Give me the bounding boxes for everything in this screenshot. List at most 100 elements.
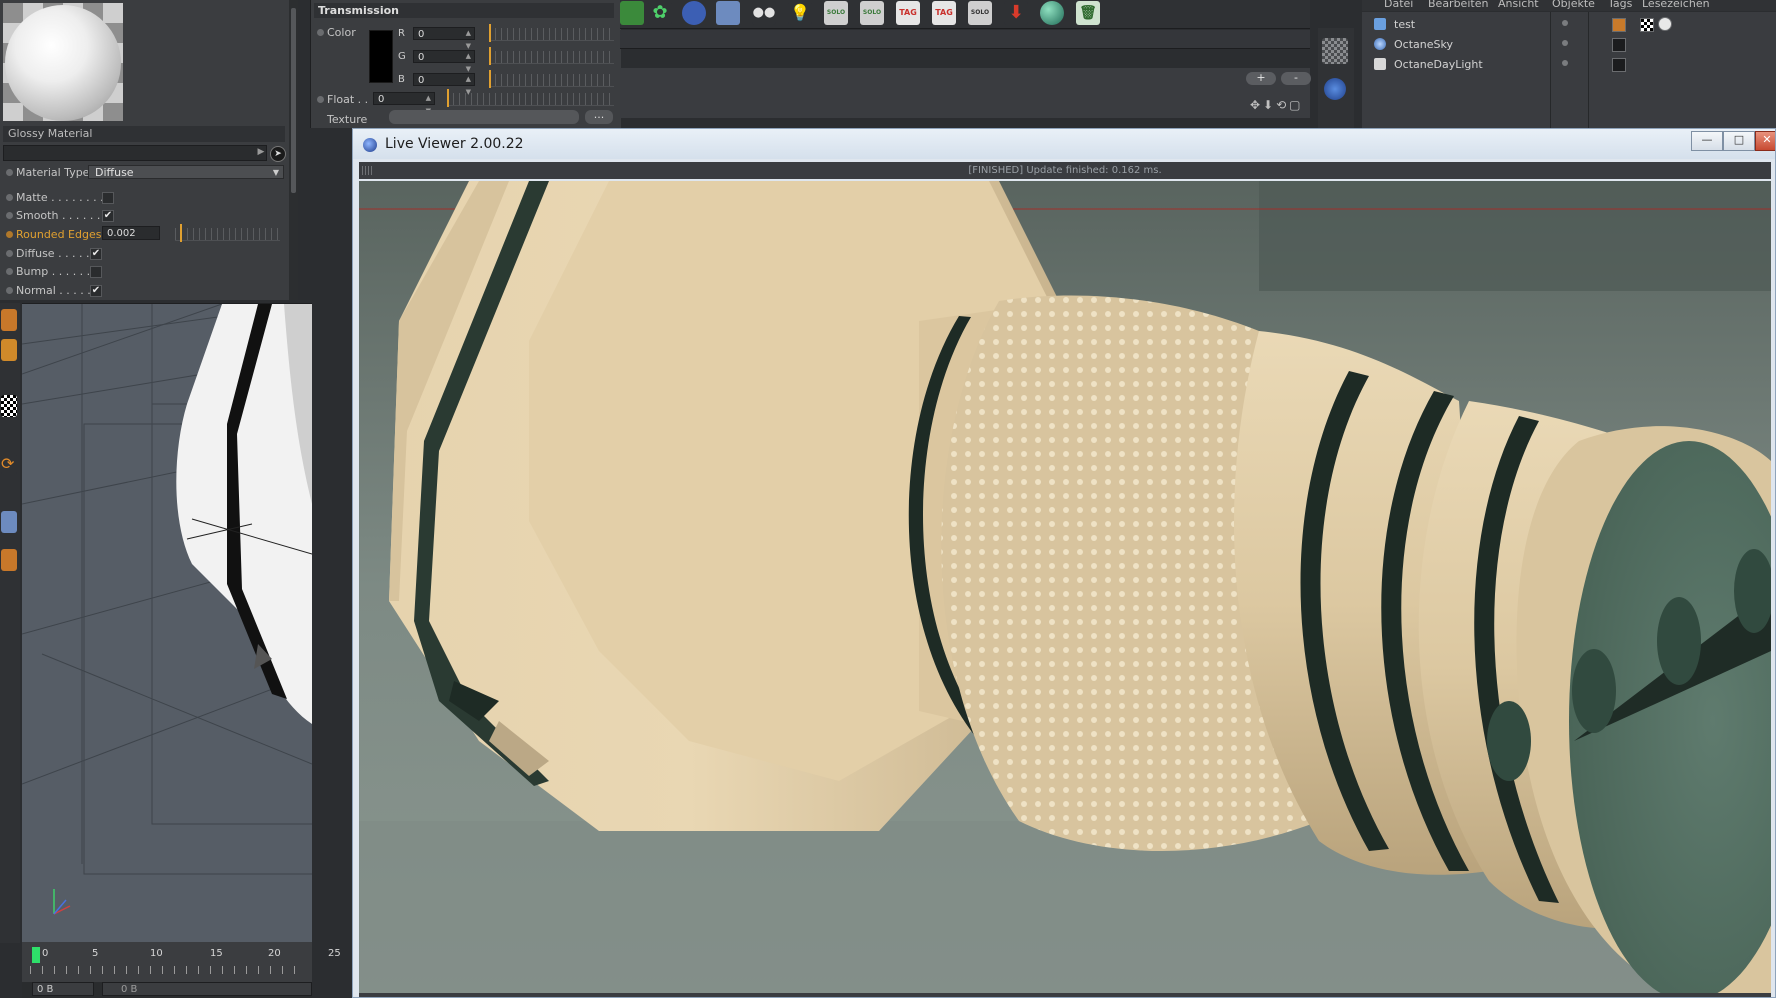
slider-handle[interactable] <box>489 70 491 88</box>
camera-icon[interactable]: ●● <box>752 1 776 25</box>
rotate-tool-icon[interactable]: ⟳ <box>1 453 17 475</box>
slider-handle[interactable] <box>489 24 491 42</box>
null-object-icon <box>1374 18 1386 30</box>
menu-bearbeiten[interactable]: Bearbeiten <box>1428 0 1488 10</box>
normal-checkbox[interactable]: ✔ <box>90 285 102 297</box>
render-image[interactable] <box>359 181 1771 993</box>
pick-cursor-icon[interactable]: ➤ <box>270 146 286 162</box>
texture-label: Texture <box>327 113 368 126</box>
slider-handle[interactable] <box>447 89 449 107</box>
render-icon[interactable] <box>1324 78 1346 100</box>
octane-tag-icon[interactable] <box>1612 38 1626 52</box>
live-viewer-window: Live Viewer 2.00.22 — □ ✕ [FINISHED] Upd… <box>352 128 1776 998</box>
rounded-edges-input[interactable]: 0.002 <box>102 226 160 240</box>
object-row-test[interactable]: test <box>1374 16 1774 34</box>
solo-off-button[interactable]: SOLO <box>968 1 992 25</box>
object-name: OctaneSky <box>1394 38 1453 51</box>
material-link-field[interactable] <box>3 145 267 161</box>
expand-arrow-icon[interactable]: ▶ <box>256 145 266 159</box>
menu-tags[interactable]: Tags <box>1608 0 1632 10</box>
grip-icon[interactable] <box>362 166 372 175</box>
frame-start-field[interactable]: 0 B <box>32 982 94 996</box>
frame-current-field[interactable]: 0 B <box>102 982 312 996</box>
viewport-svg <box>22 304 312 915</box>
menu-lesezeichen[interactable]: Lesezeichen <box>1642 0 1710 10</box>
solo-hierarchy-button[interactable]: SOLO <box>860 1 884 25</box>
b-label: B <box>398 74 405 85</box>
object-row-octanedaylight[interactable]: OctaneDayLight <box>1374 56 1774 74</box>
tag-icon[interactable] <box>1612 18 1626 32</box>
object-row-octanesky[interactable]: OctaneSky <box>1374 36 1774 54</box>
bump-checkbox[interactable] <box>90 266 102 278</box>
add-button[interactable]: + <box>1246 72 1276 85</box>
remove-button[interactable]: - <box>1281 72 1311 85</box>
param-dot <box>6 169 13 176</box>
slider-handle[interactable] <box>180 224 182 242</box>
deformer-icon[interactable] <box>682 1 706 25</box>
timeline-ruler <box>30 966 305 974</box>
magnet-tool-icon[interactable] <box>1 549 17 571</box>
color-swatch[interactable] <box>369 30 393 83</box>
texture-mode-icon[interactable] <box>1 395 17 417</box>
octane-tag-icon[interactable] <box>1612 58 1626 72</box>
timeline-tick-20: 20 <box>268 948 281 959</box>
visibility-dot[interactable] <box>1562 20 1568 26</box>
param-dot <box>6 287 13 294</box>
light-bulb-icon[interactable]: 💡 <box>788 1 812 25</box>
smooth-checkbox[interactable]: ✔ <box>102 210 114 222</box>
r-input[interactable]: 0 ▲ ▼ <box>413 27 475 50</box>
viewport-nav-icons[interactable]: ✥⬇⟲▢ <box>1250 98 1304 112</box>
material-type-select[interactable]: Diffuse ▼ <box>88 165 284 179</box>
trash-icon[interactable]: 🗑 <box>1076 1 1100 25</box>
arrow-down-icon[interactable]: ⬇ <box>1004 1 1028 25</box>
scroll-thumb[interactable] <box>291 8 296 193</box>
live-viewer-titlebar[interactable]: Live Viewer 2.00.22 — □ ✕ <box>353 129 1775 159</box>
material-scrollbar[interactable] <box>289 0 298 300</box>
rounded-edges-slider[interactable] <box>175 228 280 241</box>
maximize-button[interactable]: □ <box>1723 131 1755 151</box>
matte-checkbox[interactable] <box>102 192 114 204</box>
g-input[interactable]: 0 ▲ ▼ <box>413 50 475 73</box>
sky-icon <box>1374 38 1386 50</box>
grid-icon[interactable] <box>716 1 740 25</box>
material-tag-icon[interactable] <box>1640 18 1654 32</box>
column-divider[interactable] <box>1588 12 1589 128</box>
diffuse-checkbox[interactable]: ✔ <box>90 248 102 260</box>
grid-tool-icon[interactable] <box>1 511 17 533</box>
timeline-playhead[interactable] <box>32 947 40 963</box>
visibility-dot[interactable] <box>1562 40 1568 46</box>
gear-icon[interactable]: ✿ <box>648 1 672 25</box>
texture-field[interactable] <box>389 110 579 124</box>
texture-options-button[interactable]: ... <box>585 109 613 124</box>
r-slider[interactable] <box>489 28 614 41</box>
polygon-tool-icon[interactable] <box>1 339 17 361</box>
material-sphere-icon[interactable] <box>1658 17 1672 31</box>
tag-button[interactable]: TAG <box>932 1 956 25</box>
g-slider[interactable] <box>489 51 614 64</box>
menu-ansicht[interactable]: Ansicht <box>1498 0 1539 10</box>
visibility-dot[interactable] <box>1562 60 1568 66</box>
close-button[interactable]: ✕ <box>1755 131 1775 151</box>
r-value: 0 <box>418 29 425 40</box>
solo-button[interactable]: SOLO <box>824 1 848 25</box>
minimize-button[interactable]: — <box>1691 131 1723 151</box>
slider-handle[interactable] <box>489 47 491 65</box>
editor-viewport[interactable] <box>22 303 312 942</box>
cube-icon[interactable] <box>620 1 644 25</box>
render-svg <box>359 181 1771 993</box>
b-slider[interactable] <box>489 74 614 87</box>
bump-label: Bump . . . . . . <box>16 265 91 278</box>
diffuse-label: Diffuse . . . . . <box>16 247 90 260</box>
material-preview[interactable] <box>3 3 123 121</box>
menu-datei[interactable]: Datei <box>1384 0 1413 10</box>
solo-tag-button[interactable]: TAG <box>896 1 920 25</box>
b-input[interactable]: 0 ▲ ▼ <box>413 73 475 96</box>
column-divider[interactable] <box>1550 12 1551 128</box>
menu-objekte[interactable]: Objekte <box>1552 0 1595 10</box>
float-slider[interactable] <box>447 93 614 106</box>
matte-label: Matte . . . . . . . . <box>16 191 104 204</box>
layout-grid-icon[interactable] <box>1322 38 1348 64</box>
sphere-icon[interactable] <box>1040 1 1064 25</box>
cube-tool-icon[interactable] <box>1 309 17 331</box>
float-input[interactable]: 0▲▼ <box>373 92 435 115</box>
